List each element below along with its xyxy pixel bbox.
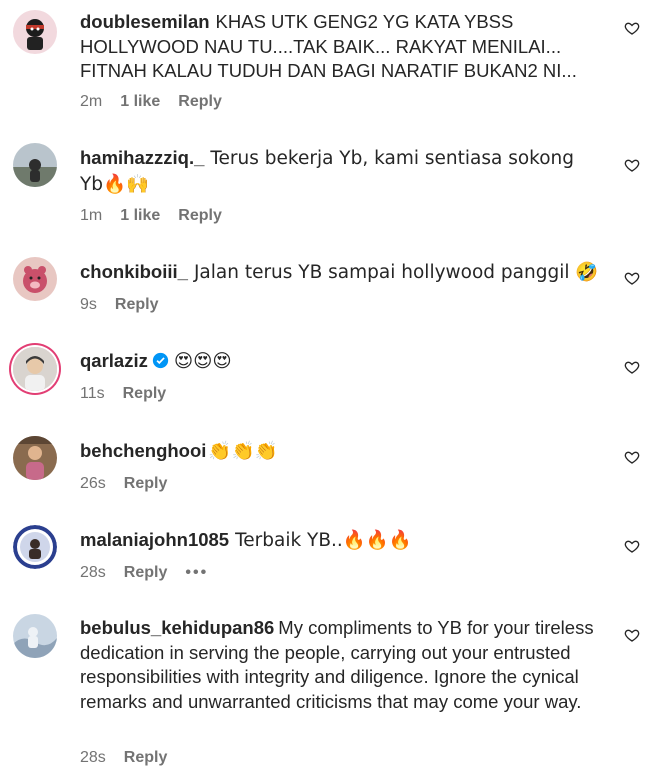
timestamp: 26s (80, 475, 106, 492)
comment-body: behchenghooi 👏👏👏 (80, 439, 600, 465)
heart-outline-icon[interactable] (624, 270, 640, 286)
comment-meta: 9s Reply (80, 295, 176, 315)
avatar-image (13, 614, 57, 658)
avatar-story-ring[interactable] (13, 347, 57, 391)
timestamp: 9s (80, 296, 97, 313)
reply-button[interactable]: Reply (115, 296, 159, 313)
comment-text: Terbaik YB..🔥🔥🔥 (235, 530, 412, 551)
verified-badge-icon (152, 351, 169, 369)
avatar-image (13, 257, 57, 301)
avatar-image (13, 143, 57, 187)
reply-button[interactable]: Reply (178, 207, 222, 224)
comment-meta: 2m 1 like Reply (80, 92, 240, 112)
comment-text: 😍😍😍 (173, 351, 232, 372)
avatar[interactable] (13, 614, 57, 658)
username[interactable]: doublesemilan (80, 11, 210, 32)
avatar[interactable] (13, 143, 57, 187)
avatar[interactable] (13, 525, 57, 569)
heart-outline-icon[interactable] (624, 359, 640, 375)
avatar[interactable] (13, 257, 57, 301)
timestamp: 2m (80, 93, 103, 110)
username[interactable]: chonkiboiii_ (80, 261, 188, 282)
reply-button[interactable]: Reply (123, 385, 167, 402)
comment-text: 👏👏👏 (208, 441, 278, 462)
comment-meta: 28s Reply (80, 748, 185, 768)
reply-button[interactable]: Reply (124, 749, 168, 766)
avatar-image (13, 347, 57, 391)
username[interactable]: qarlaziz (80, 350, 148, 371)
comment-text: Jalan terus YB sampai hollywood panggil … (193, 262, 599, 283)
avatar[interactable] (13, 436, 57, 480)
heart-outline-icon[interactable] (624, 627, 640, 643)
comment-meta: 11s Reply (80, 384, 184, 404)
avatar[interactable] (13, 10, 57, 54)
like-count[interactable]: 1 like (120, 207, 160, 224)
comment-body: chonkiboiii_ Jalan terus YB sampai hollyw… (80, 260, 600, 286)
timestamp: 28s (80, 749, 106, 766)
comment-meta: 26s Reply (80, 474, 185, 494)
comment-meta: 1m 1 like Reply (80, 206, 240, 226)
username[interactable]: bebulus_kehidupan86 (80, 617, 274, 638)
heart-outline-icon[interactable] (624, 538, 640, 554)
comment-body: doublesemilan KHAS UTK GENG2 YG KATA YBSS… (80, 10, 600, 84)
avatar-image (13, 10, 57, 54)
comment-body: hamihazzziq._ Terus bekerja Yb, kami sent… (80, 146, 600, 197)
more-options-button[interactable]: ••• (185, 564, 208, 581)
avatar-image (13, 436, 57, 480)
reply-button[interactable]: Reply (124, 475, 168, 492)
username[interactable]: behchenghooi (80, 440, 206, 461)
username[interactable]: malaniajohn1085 (80, 529, 229, 550)
comment-meta: 28s Reply ••• (80, 563, 226, 583)
heart-outline-icon[interactable] (624, 157, 640, 173)
avatar-image (13, 525, 57, 569)
timestamp: 11s (80, 385, 105, 402)
like-count[interactable]: 1 like (120, 93, 160, 110)
reply-button[interactable]: Reply (178, 93, 222, 110)
comment-body: qarlaziz 😍😍😍 (80, 349, 600, 375)
username[interactable]: hamihazzziq._ (80, 147, 204, 168)
heart-outline-icon[interactable] (624, 449, 640, 465)
timestamp: 1m (80, 207, 103, 224)
reply-button[interactable]: Reply (124, 564, 168, 581)
comment-body: bebulus_kehidupan86 My compliments to YB … (80, 616, 600, 714)
comment-body: malaniajohn1085 Terbaik YB..🔥🔥🔥 (80, 528, 600, 554)
heart-outline-icon[interactable] (624, 20, 640, 36)
timestamp: 28s (80, 564, 106, 581)
